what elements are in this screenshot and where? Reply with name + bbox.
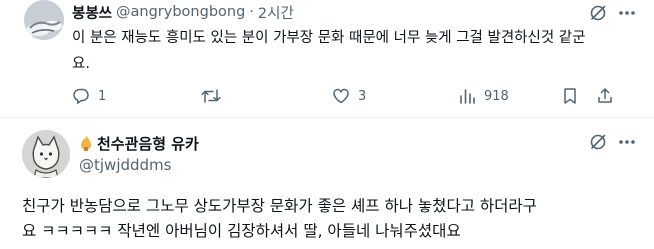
reply-text-line-1: 이 분은 재능도 흥미도 있는 분이 가부장 문화 때문에 너무 늦게 그걸 발… <box>72 30 586 46</box>
reply-handle[interactable]: @angrybongbong <box>116 4 245 20</box>
like-count: 3 <box>358 88 367 104</box>
share-icon <box>598 88 612 103</box>
bookmark-icon <box>564 88 576 104</box>
reply-header: 봉봉쓰 @angrybongbong · 2시간 <box>72 2 294 22</box>
view-count: 918 <box>484 88 509 104</box>
retweet-button[interactable] <box>200 82 230 110</box>
reply-tweet[interactable]: 봉봉쓰 @angrybongbong · 2시간 이 분은 재능도 흥미도 있는… <box>0 0 654 116</box>
heart-icon <box>333 88 349 104</box>
grok-icon[interactable] <box>588 3 608 23</box>
reply-button[interactable]: 1 <box>72 82 106 110</box>
reply-action-bar: 1 3 918 <box>72 82 612 110</box>
comment-icon <box>73 88 89 104</box>
retweet-icon <box>201 89 221 103</box>
views-button[interactable]: 918 <box>458 82 509 110</box>
reply-timestamp[interactable]: 2시간 <box>258 2 294 23</box>
main-display-name[interactable]: 천수관음형 유카 <box>97 133 199 154</box>
main-avatar[interactable] <box>22 130 70 178</box>
analytics-icon <box>460 89 475 104</box>
main-text: 친구가 반농담으로 그노무 상도가부장 문화가 좋은 셰프 하나 놓쳤다고 하더… <box>22 194 642 244</box>
more-options-icon[interactable] <box>616 3 638 23</box>
reply-count: 1 <box>98 88 107 104</box>
main-name-row: 천수관음형 유카 <box>79 132 199 154</box>
more-options-icon[interactable] <box>616 132 638 152</box>
reply-text: 이 분은 재능도 흥미도 있는 분이 가부장 문화 때문에 너무 늦게 그걸 발… <box>72 25 640 77</box>
main-handle[interactable]: @tjwjdddms <box>79 156 171 174</box>
main-text-line-2: 요 ㅋㅋㅋㅋㅋ 작년엔 아버님이 김장하셔서 딸, 아들네 나눠주셨대요 <box>22 222 461 240</box>
bookmark-button[interactable] <box>562 82 578 110</box>
reply-display-name[interactable]: 봉봉쓰 <box>72 2 112 23</box>
flame-emoji-icon <box>81 135 91 151</box>
main-text-line-1: 친구가 반농담으로 그노무 상도가부장 문화가 좋은 셰프 하나 놓쳤다고 하더… <box>22 197 537 215</box>
main-tweet: 천수관음형 유카 @tjwjdddms 친구가 반농담으로 그노무 상도가부장 … <box>0 118 654 249</box>
reply-avatar[interactable] <box>24 0 64 40</box>
share-button[interactable] <box>596 82 614 110</box>
like-button[interactable]: 3 <box>332 82 366 110</box>
reply-text-line-2: 요. <box>72 56 90 72</box>
reply-separator: · <box>249 4 254 20</box>
grok-icon[interactable] <box>588 132 608 152</box>
